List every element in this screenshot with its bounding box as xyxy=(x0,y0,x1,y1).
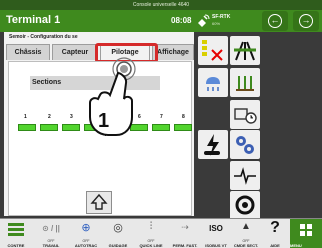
guidance-button[interactable]: ◎ GUIDAGE xyxy=(104,219,132,248)
perm-fast-icon: ⇢ xyxy=(181,222,189,232)
console-title: Console universelle 4640 xyxy=(0,0,322,10)
clock: 08:08 xyxy=(171,16,192,25)
pulse-icon xyxy=(234,167,256,185)
menu-label: MENU xyxy=(290,243,302,248)
autotrac-label: AUTOTRAC xyxy=(74,243,98,248)
isobus-label: ISOBUS VT xyxy=(205,243,227,248)
isobus-logo: ISO xyxy=(209,224,223,233)
shift-button[interactable] xyxy=(86,191,112,214)
section-number: 1 xyxy=(24,114,27,120)
help-label: AIDE xyxy=(270,243,280,248)
help-icon: ? xyxy=(270,219,280,236)
section-bar xyxy=(152,124,170,131)
help-button[interactable]: ? AIDE xyxy=(262,219,288,248)
gps-label: SF-RTK xyxy=(212,14,231,20)
work-label: TRAVAIL xyxy=(42,243,60,248)
arrow-right-icon: → xyxy=(299,14,313,28)
section-control-label: CMDE SECT. xyxy=(233,243,259,248)
shift-up-icon xyxy=(90,193,108,210)
section-list-icon xyxy=(202,40,223,61)
gps-status: SF-RTK 60% xyxy=(212,14,242,27)
menu-button[interactable]: MENU xyxy=(290,219,322,248)
isobus-button[interactable]: ISO ISOBUS VT xyxy=(202,219,230,248)
svg-text:1: 1 xyxy=(98,110,109,132)
field-lines-tool[interactable] xyxy=(230,36,260,65)
timer-tool[interactable] xyxy=(230,100,260,129)
screen: Console universelle 4640 Terminal 1 08:0… xyxy=(0,0,322,248)
gps-percent: 60% xyxy=(212,21,221,26)
perm-fast-button[interactable]: ⇢ PERM. FAST. xyxy=(170,219,200,248)
work-toggle-icon: ⊙ / || xyxy=(42,224,60,233)
quick-line-button[interactable]: ⫶ OFF QUICK LINE xyxy=(134,219,168,248)
section-number: 3 xyxy=(70,114,73,120)
section-bar xyxy=(62,124,80,131)
bottom-toolbar: CONTRE ⊙ / || OFF TRAVAIL ⊕ OFF AUTOTRAC… xyxy=(0,218,322,248)
weather-tool[interactable] xyxy=(198,68,228,97)
section-number: 7 xyxy=(160,114,163,120)
window-title: Terminal 1 xyxy=(6,14,61,26)
section-bar xyxy=(174,124,192,131)
section-bar xyxy=(40,124,58,131)
tab-chassis[interactable]: Châssis xyxy=(6,44,50,60)
section-list-tool[interactable] xyxy=(198,36,228,65)
contrast-button[interactable]: CONTRE xyxy=(2,219,30,248)
field-lines-icon xyxy=(234,41,256,61)
section-control-icon: ▲ xyxy=(241,221,251,232)
target-tool[interactable] xyxy=(230,191,260,220)
crop-icon xyxy=(236,76,254,91)
gps-icon[interactable] xyxy=(196,14,210,28)
power-tool[interactable] xyxy=(198,130,228,159)
tab-affichage[interactable]: Affichage xyxy=(152,44,194,60)
autotrac-button[interactable]: ⊕ OFF AUTOTRAC xyxy=(70,219,102,248)
quick-line-label: QUICK LINE xyxy=(139,243,163,248)
work-button[interactable]: ⊙ / || OFF TRAVAIL xyxy=(34,219,68,248)
breadcrumb: Semoir - Configuration du se xyxy=(9,34,78,40)
section-number: 8 xyxy=(182,114,185,120)
perm-fast-label: PERM. FAST. xyxy=(172,243,198,248)
autotrac-icon: ⊕ xyxy=(81,222,91,234)
guidance-label: GUIDAGE xyxy=(108,243,128,248)
timer-grid-icon xyxy=(234,108,257,124)
section-control-button[interactable]: ▲ OFF CMDE SECT. xyxy=(232,219,260,248)
settings-tool[interactable] xyxy=(230,130,260,159)
section-bar xyxy=(18,124,36,131)
quick-line-icon: ⫶ xyxy=(149,221,153,232)
back-button[interactable]: ← xyxy=(262,11,288,31)
contrast-label: CONTRE xyxy=(7,243,25,248)
pulse-tool[interactable] xyxy=(230,161,260,190)
gears-icon xyxy=(236,136,254,154)
menu-grid-icon xyxy=(300,224,312,236)
target-icon xyxy=(235,195,255,215)
power-off-icon xyxy=(204,134,220,156)
weather-icon xyxy=(206,77,220,91)
forward-button[interactable]: → xyxy=(293,11,319,31)
crop-tool[interactable] xyxy=(230,68,260,97)
contrast-icon xyxy=(8,223,24,236)
section-number: 2 xyxy=(48,114,51,120)
guidance-icon: ◎ xyxy=(113,222,123,234)
arrow-left-icon: ← xyxy=(268,14,282,28)
tap-gesture-icon: 1 xyxy=(89,57,136,136)
